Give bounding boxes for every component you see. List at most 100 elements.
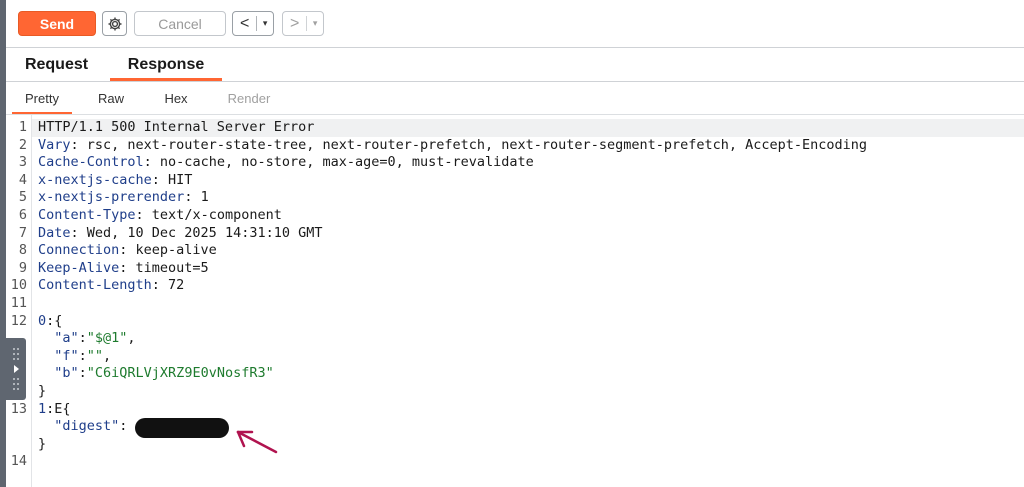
line-number <box>6 418 27 436</box>
tab-hex[interactable]: Hex <box>151 82 201 114</box>
line-number <box>6 436 27 454</box>
code-token: } <box>38 435 47 452</box>
forward-button-group[interactable]: > ▾ <box>282 11 324 36</box>
tab-render: Render <box>227 90 271 106</box>
code-token: : 72 <box>151 277 185 294</box>
line-number: 5 <box>18 189 27 206</box>
back-history-dropdown[interactable]: ▾ <box>257 18 273 29</box>
code-token: Content-Type <box>38 207 136 223</box>
code-token: :E{ <box>46 400 71 417</box>
code-token: "a" <box>38 330 79 347</box>
line-number: 12 <box>10 312 27 329</box>
line-content: x-nextjs-prerender: 1 <box>38 189 209 207</box>
back-button[interactable]: < <box>233 15 256 33</box>
line-content: } <box>38 436 46 454</box>
code-line: 14 <box>6 453 1024 471</box>
code-line: 2 Vary: rsc, next-router-state-tree, next… <box>6 137 1024 155</box>
code-token: } <box>38 383 47 399</box>
line-content: "f":"", <box>38 348 111 366</box>
code-token: : Wed, 10 Dec 2025 14:31:10 GMT <box>70 224 323 241</box>
code-token: : 1 <box>184 189 209 206</box>
code-line: 9 Keep-Alive: timeout=5 <box>6 260 1024 278</box>
code-token: 0 <box>38 312 47 329</box>
line-number: 2 <box>18 136 27 153</box>
line-content: "b":"C6iQRLVjXRZ9E0vNosfR3" <box>38 365 274 383</box>
line-number: 14 <box>10 453 27 470</box>
annotation-arrow-icon <box>236 430 278 454</box>
code-token: "digest" <box>38 418 120 435</box>
cancel-button[interactable]: Cancel <box>134 11 226 36</box>
code-line: 13 1:E{ <box>6 401 1024 419</box>
code-line: } <box>6 436 1024 454</box>
line-number: 4 <box>18 171 27 188</box>
code-token: "" <box>86 347 104 364</box>
code-token: 1 <box>38 400 47 417</box>
code-line: 4 x-nextjs-cache: HIT <box>6 172 1024 190</box>
code-token: : HIT <box>151 171 193 188</box>
code-token: : <box>119 418 128 435</box>
line-content: x-nextjs-cache: HIT <box>38 172 192 190</box>
settings-button[interactable] <box>102 11 127 36</box>
code-token: : <box>78 365 87 382</box>
line-content: Connection: keep-alive <box>38 242 217 260</box>
code-token: : <box>78 347 87 364</box>
code-line: 11 <box>6 295 1024 313</box>
line-number: 8 <box>18 242 27 259</box>
code-line: 6 Content-Type: text/x-component <box>6 207 1024 225</box>
request-toolbar: Send Cancel < ▾ > ▾ <box>6 0 1024 47</box>
code-token: Vary <box>38 136 71 153</box>
line-content: Content-Type: text/x-component <box>38 207 282 225</box>
gear-icon <box>108 17 121 30</box>
line-content: } <box>38 383 46 401</box>
line-content: Content-Length: 72 <box>38 277 184 295</box>
tab-raw[interactable]: Raw <box>86 82 136 114</box>
line-number: 7 <box>18 224 27 241</box>
code-token: :{ <box>46 312 63 329</box>
line-number: 13 <box>10 400 27 417</box>
code-token: Date <box>38 224 71 241</box>
line-number: 9 <box>18 259 27 276</box>
code-token: : no-cache, no-store, max-age=0, must-re… <box>143 154 534 171</box>
code-token: : text/x-component <box>135 207 282 223</box>
code-token: : <box>78 330 87 347</box>
redacted-digest-value <box>135 418 229 438</box>
code-token: : rsc, next-router-state-tree, next-rout… <box>70 136 868 153</box>
code-token: "f" <box>38 347 79 364</box>
line-content: "a":"$@1", <box>38 330 135 348</box>
code-line: 5 x-nextjs-prerender: 1 <box>6 189 1024 207</box>
line-number: 10 <box>10 277 27 294</box>
code-token: "$@1" <box>86 330 128 347</box>
line-content: 1:E{ <box>38 401 71 419</box>
code-line: 12 0:{ <box>6 313 1024 331</box>
code-line: 3 Cache-Control: no-cache, no-store, max-… <box>6 154 1024 172</box>
line-number: 6 <box>18 207 27 223</box>
code-token: x-nextjs-prerender <box>38 189 185 206</box>
forward-button[interactable]: > <box>283 15 306 33</box>
message-tabs: Request Response <box>6 48 1024 81</box>
tab-request[interactable]: Request <box>14 48 99 81</box>
line-number: 11 <box>10 295 27 311</box>
line-content: "digest": <box>38 418 127 436</box>
line-content: 0:{ <box>38 313 62 331</box>
line-content: Date: Wed, 10 Dec 2025 14:31:10 GMT <box>38 225 322 243</box>
code-token: : keep-alive <box>119 242 217 259</box>
back-button-group[interactable]: < ▾ <box>232 11 274 36</box>
send-button[interactable]: Send <box>18 11 96 36</box>
code-line: } <box>6 383 1024 401</box>
code-token: "C6iQRLVjXRZ9E0vNosfR3" <box>86 365 274 382</box>
code-line: 1 HTTP/1.1 500 Internal Server Error <box>6 119 1024 137</box>
tab-pretty[interactable]: Pretty <box>12 82 72 114</box>
code-token: Content-Length <box>38 277 152 294</box>
line-number: 1 <box>18 119 27 135</box>
view-mode-tabs: Pretty Raw Hex Render <box>6 82 1024 114</box>
code-token: HTTP/1.1 500 Internal Server Error <box>38 119 315 135</box>
line-content: HTTP/1.1 500 Internal Server Error <box>38 119 314 137</box>
code-line: 8 Connection: keep-alive <box>6 242 1024 260</box>
forward-history-dropdown[interactable]: ▾ <box>307 18 323 29</box>
side-panel-drag-handle[interactable] <box>6 338 26 400</box>
code-line: "b":"C6iQRLVjXRZ9E0vNosfR3" <box>6 365 1024 383</box>
code-line: 7 Date: Wed, 10 Dec 2025 14:31:10 GMT <box>6 225 1024 243</box>
code-token: : timeout=5 <box>119 259 209 276</box>
tab-response[interactable]: Response <box>110 48 222 81</box>
code-token: Cache-Control <box>38 154 144 171</box>
